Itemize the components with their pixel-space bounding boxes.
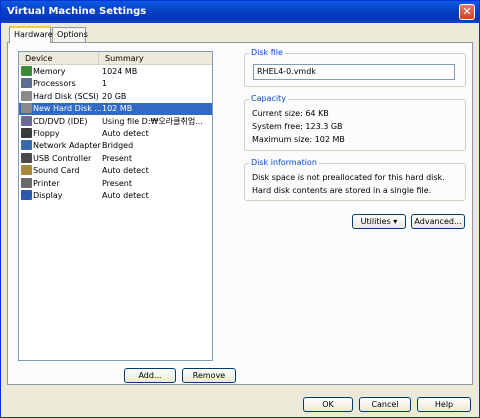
device-row[interactable]: Printer Present: [19, 177, 212, 190]
device-cell: Display: [21, 190, 101, 202]
window-title: Virtual Machine Settings: [7, 6, 147, 17]
ok-button-label: OK: [322, 400, 334, 409]
current-size-label: Current size: 64 KB: [252, 109, 329, 118]
device-cell: Network Adapter: [21, 140, 101, 152]
disk-file-group: Disk file RHEL4-0.vmdk: [244, 48, 466, 87]
usb-controller-icon: [21, 152, 32, 163]
sound-card-icon: [21, 165, 32, 176]
device-row[interactable]: CD/DVD (IDE) Using file D:₩오라클취업...: [19, 115, 212, 128]
device-summary: Present: [102, 178, 133, 188]
device-summary: Auto detect: [102, 166, 149, 176]
device-row[interactable]: Memory 1024 MB: [19, 66, 212, 78]
tab-hardware-label: Hardware: [14, 30, 53, 39]
floppy-icon: [21, 128, 32, 138]
device-summary: Auto detect: [102, 129, 149, 138]
disk-file-title: Disk file: [249, 48, 285, 57]
device-summary: 1024 MB: [102, 67, 138, 76]
capacity-group: Capacity Current size: 64 KB System free…: [244, 94, 466, 151]
summary-header-label: Summary: [105, 54, 144, 63]
system-free-label: System free: 123.3 GB: [252, 122, 343, 131]
display-icon: [21, 190, 32, 200]
device-row[interactable]: Processors 1: [19, 78, 212, 90]
device-summary: 1: [102, 79, 108, 89]
tab-hardware[interactable]: Hardware: [9, 26, 53, 43]
tab-options[interactable]: Options: [52, 27, 88, 42]
network-adapter-icon: [21, 140, 32, 151]
advanced-button[interactable]: Advanced...: [411, 214, 465, 229]
vm-settings-window: Virtual Machine Settings ✕ Hardware Opti…: [0, 0, 480, 418]
device-summary: Auto detect: [102, 191, 149, 200]
device-row[interactable]: Hard Disk (SCSI) 20 GB: [19, 90, 212, 103]
device-cell: Processors: [21, 78, 101, 90]
remove-button-label: Remove: [192, 371, 226, 380]
device-name: Printer: [33, 178, 60, 188]
device-row[interactable]: USB Controller Present: [19, 152, 212, 165]
title-bar[interactable]: Virtual Machine Settings ✕: [1, 1, 479, 23]
device-list-header: Device Summary: [19, 52, 212, 65]
help-button-label: Help: [434, 400, 454, 409]
column-header-device[interactable]: Device: [19, 52, 99, 65]
device-summary: Present: [102, 153, 133, 163]
capacity-title: Capacity: [249, 94, 288, 103]
cancel-button[interactable]: Cancel: [359, 397, 411, 412]
device-summary: 102 MB: [102, 104, 133, 114]
device-cell: Floppy: [21, 128, 101, 140]
close-icon: ✕: [462, 5, 472, 18]
device-row[interactable]: Network Adapter Bridged: [19, 140, 212, 152]
disk-information-title: Disk information: [249, 158, 319, 167]
device-header-label: Device: [25, 54, 53, 63]
disk-file-value: RHEL4-0.vmdk: [257, 67, 316, 76]
device-summary: 20 GB: [102, 91, 127, 101]
ok-button[interactable]: OK: [303, 397, 353, 412]
utilities-button[interactable]: Utilities ▾: [352, 214, 406, 229]
disk-info-line-1: Disk space is not preallocated for this …: [252, 173, 445, 182]
device-cell: New Hard Disk ...: [21, 103, 101, 115]
device-name: Hard Disk (SCSI): [33, 91, 99, 101]
device-summary: Using file D:₩오라클취업...: [102, 116, 203, 126]
device-cell: Printer: [21, 177, 101, 190]
device-name: Network Adapter: [33, 141, 101, 151]
memory-icon: [21, 66, 32, 76]
help-button[interactable]: Help: [417, 397, 471, 412]
device-cell: Memory: [21, 66, 101, 78]
cd-dvd-icon: [21, 115, 32, 126]
device-row[interactable]: Display Auto detect: [19, 190, 212, 202]
printer-icon: [21, 177, 32, 188]
utilities-button-label: Utilities ▾: [360, 217, 398, 226]
device-name: Sound Card: [33, 166, 80, 176]
device-name: Memory: [33, 67, 66, 76]
disk-information-group: Disk information Disk space is not preal…: [244, 158, 466, 201]
disk-file-field[interactable]: RHEL4-0.vmdk: [253, 64, 455, 80]
disk-info-line-2: Hard disk contents are stored in a singl…: [252, 186, 432, 195]
device-name: Processors: [33, 79, 76, 89]
tab-options-label: Options: [57, 30, 88, 39]
device-cell: USB Controller: [21, 152, 101, 165]
device-cell: Hard Disk (SCSI): [21, 90, 101, 103]
device-summary: Bridged: [102, 141, 134, 151]
device-row[interactable]: Sound Card Auto detect: [19, 165, 212, 177]
device-name: New Hard Disk ...: [33, 104, 101, 114]
hardware-panel: Device Summary Memory 1024 MB Processors 1 H…: [7, 42, 473, 385]
add-button-label: Add...: [138, 371, 162, 380]
maximum-size-label: Maximum size: 102 MB: [252, 135, 345, 144]
hard-disk-icon: [21, 103, 32, 114]
device-cell: Sound Card: [21, 165, 101, 177]
processor-icon: [21, 78, 32, 89]
device-name: Display: [33, 191, 63, 200]
remove-button[interactable]: Remove: [182, 368, 236, 383]
column-header-summary[interactable]: Summary: [99, 52, 212, 65]
device-name: USB Controller: [33, 153, 92, 163]
device-name: CD/DVD (IDE): [33, 116, 88, 126]
close-button[interactable]: ✕: [459, 4, 475, 20]
device-list[interactable]: Device Summary Memory 1024 MB Processors 1 H…: [18, 51, 213, 361]
device-cell: CD/DVD (IDE): [21, 115, 101, 128]
add-button[interactable]: Add...: [124, 368, 176, 383]
hard-disk-icon: [21, 90, 32, 101]
device-row[interactable]: New Hard Disk ... 102 MB: [19, 103, 212, 116]
advanced-button-label: Advanced...: [414, 217, 462, 226]
device-name: Floppy: [33, 129, 60, 138]
device-row[interactable]: Floppy Auto detect: [19, 128, 212, 140]
cancel-button-label: Cancel: [371, 400, 399, 409]
